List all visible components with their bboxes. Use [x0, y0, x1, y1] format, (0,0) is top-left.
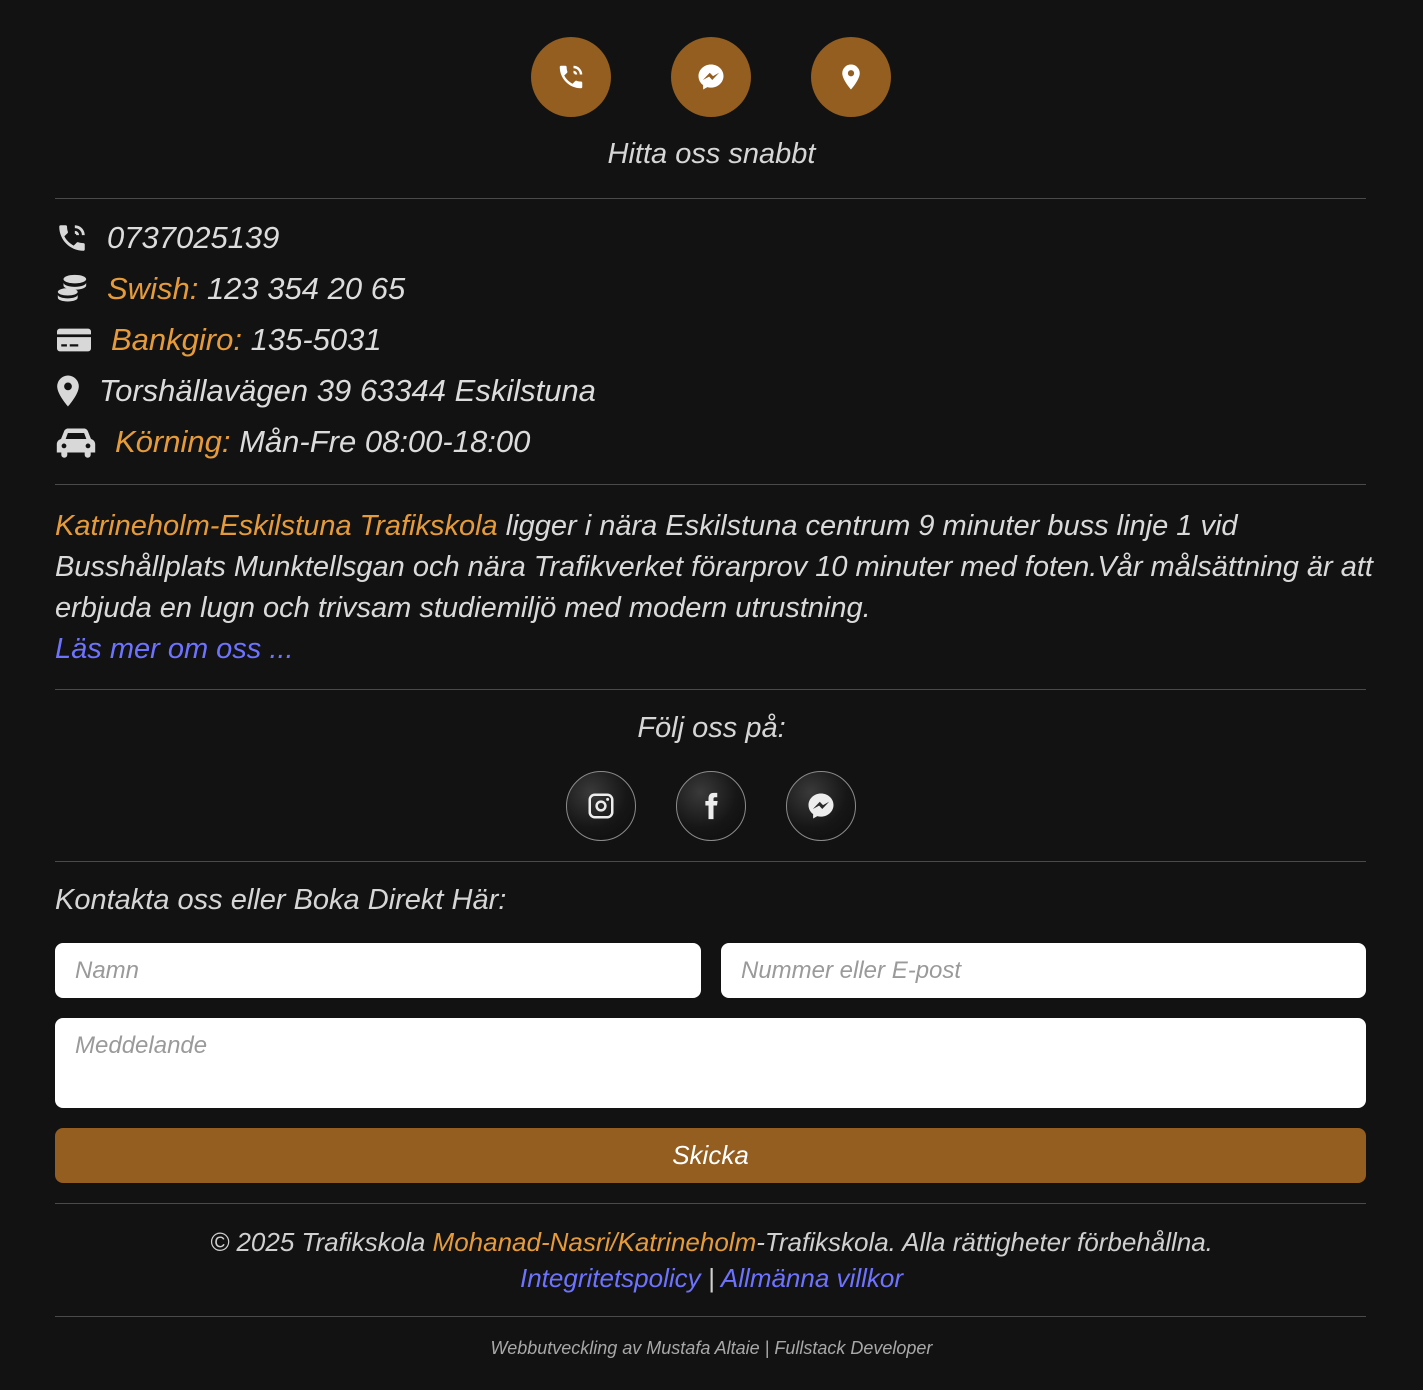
- map-marker-icon: [842, 64, 860, 90]
- copyright-prefix: © 2025 Trafikskola: [210, 1227, 433, 1257]
- swish-label: Swish:: [107, 271, 199, 306]
- copyright-suffix: -Trafikskola. Alla rättigheter förbehåll…: [756, 1227, 1213, 1257]
- divider: [55, 484, 1366, 485]
- about-text: Katrineholm-Eskilstuna Trafikskola ligge…: [55, 506, 1375, 670]
- phone-icon: [559, 65, 583, 89]
- swish-value: 123 354 20 65: [206, 271, 406, 306]
- privacy-policy-link[interactable]: Integritetspolicy: [520, 1263, 701, 1293]
- info-address-row: Torshällavägen 39 63344 Eskilstuna: [55, 373, 596, 409]
- divider: [55, 689, 1366, 690]
- terms-link[interactable]: Allmänna villkor: [721, 1263, 903, 1293]
- contact-input[interactable]: [721, 943, 1366, 998]
- coins-icon: [57, 274, 87, 302]
- divider: [55, 861, 1366, 862]
- info-bankgiro-row: Bankgiro: 135-5031: [55, 322, 382, 358]
- submit-button[interactable]: Skicka: [55, 1128, 1366, 1183]
- quick-messenger-button[interactable]: [671, 37, 751, 117]
- about-brand: Katrineholm-Eskilstuna Trafikskola: [55, 510, 498, 542]
- address: Torshällavägen 39 63344 Eskilstuna: [99, 373, 596, 408]
- messenger-icon: [808, 793, 834, 819]
- follow-title: Följ oss på:: [637, 712, 786, 744]
- link-separator: |: [707, 1263, 715, 1293]
- quick-location-button[interactable]: [811, 37, 891, 117]
- developer-credit: Webbutveckling av Mustafa Altaie | Fulls…: [490, 1338, 933, 1358]
- name-input[interactable]: [55, 943, 701, 998]
- divider: [55, 1203, 1366, 1204]
- contact-form-title: Kontakta oss eller Boka Direkt Här:: [55, 884, 507, 916]
- bankgiro-label: Bankgiro:: [111, 322, 242, 357]
- driving-label: Körning:: [115, 424, 231, 459]
- info-phone-row: 0737025139: [55, 220, 279, 256]
- divider: [55, 1316, 1366, 1317]
- quick-call-button[interactable]: [531, 37, 611, 117]
- read-more-link[interactable]: Läs mer om oss ...: [55, 633, 294, 665]
- credit-card-icon: [57, 328, 91, 352]
- copyright: © 2025 Trafikskola Mohanad-Nasri/Katrine…: [0, 1224, 1423, 1296]
- map-marker-icon: [57, 375, 79, 407]
- info-swish-row: Swish: 123 354 20 65: [55, 271, 405, 307]
- messenger-icon: [698, 64, 724, 90]
- facebook-button[interactable]: [676, 771, 746, 841]
- message-input[interactable]: [55, 1018, 1366, 1108]
- facebook-icon: [705, 792, 718, 820]
- driving-value: Mån-Fre 08:00-18:00: [239, 424, 531, 459]
- quick-contact-caption: Hitta oss snabbt: [607, 138, 816, 170]
- instagram-button[interactable]: [566, 771, 636, 841]
- bankgiro-value: 135-5031: [250, 322, 382, 357]
- instagram-icon: [588, 793, 614, 819]
- info-driving-row: Körning: Mån-Fre 08:00-18:00: [55, 424, 530, 460]
- messenger-social-button[interactable]: [786, 771, 856, 841]
- copyright-brand: Mohanad-Nasri/Katrineholm: [432, 1227, 757, 1257]
- car-icon: [56, 428, 96, 458]
- divider: [55, 198, 1366, 199]
- phone-icon: [59, 225, 85, 251]
- phone-number: 0737025139: [107, 220, 280, 255]
- footer-section: Hitta oss snabbt 0737025139 Swish: 123 3…: [0, 0, 1423, 1390]
